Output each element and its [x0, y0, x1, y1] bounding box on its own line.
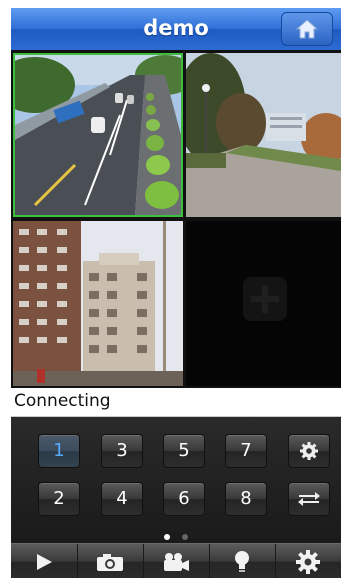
- status-bar: Connecting: [11, 388, 341, 417]
- channel-button-2[interactable]: 2: [38, 482, 80, 516]
- page-dot-2[interactable]: [181, 534, 188, 540]
- channel-button-5[interactable]: 5: [163, 434, 205, 468]
- camera-icon: [97, 553, 123, 571]
- record-button[interactable]: [143, 544, 210, 578]
- video-view-2[interactable]: [186, 53, 341, 217]
- gear-icon: [300, 442, 318, 460]
- video-view-3[interactable]: [13, 221, 183, 386]
- channel-button-8[interactable]: 8: [225, 482, 267, 516]
- channel-button-3[interactable]: 3: [101, 434, 143, 468]
- home-icon: [296, 19, 318, 39]
- bulb-icon: [235, 550, 249, 572]
- bottom-toolbar: [11, 543, 341, 578]
- page-dot-1[interactable]: [164, 534, 171, 540]
- play-button[interactable]: [11, 544, 78, 578]
- settings-icon: [296, 549, 320, 574]
- panel-settings-button[interactable]: [288, 434, 330, 468]
- channel-button-1[interactable]: 1: [38, 434, 80, 468]
- add-icon: [243, 277, 287, 321]
- app-window: demo Connecting 1 3 5 7 2 4 6 8: [11, 8, 341, 578]
- channel-panel: 1 3 5 7 2 4 6 8: [11, 417, 341, 543]
- channel-button-7[interactable]: 7: [225, 434, 267, 468]
- video-grid: [11, 50, 341, 388]
- page-indicator: [11, 525, 341, 544]
- settings-button[interactable]: [275, 544, 341, 578]
- light-button[interactable]: [209, 544, 276, 578]
- title-bar: demo: [11, 8, 341, 51]
- snapshot-button[interactable]: [77, 544, 144, 578]
- channel-button-6[interactable]: 6: [163, 482, 205, 516]
- swap-icon: [298, 492, 320, 506]
- video-view-1[interactable]: [13, 53, 183, 217]
- swap-stream-button[interactable]: [288, 482, 330, 516]
- channel-button-4[interactable]: 4: [101, 482, 143, 516]
- home-button[interactable]: [281, 12, 333, 46]
- video-view-4-empty[interactable]: [186, 221, 341, 386]
- status-text: Connecting: [14, 391, 111, 411]
- play-icon: [37, 553, 52, 570]
- video-camera-icon: [164, 552, 189, 571]
